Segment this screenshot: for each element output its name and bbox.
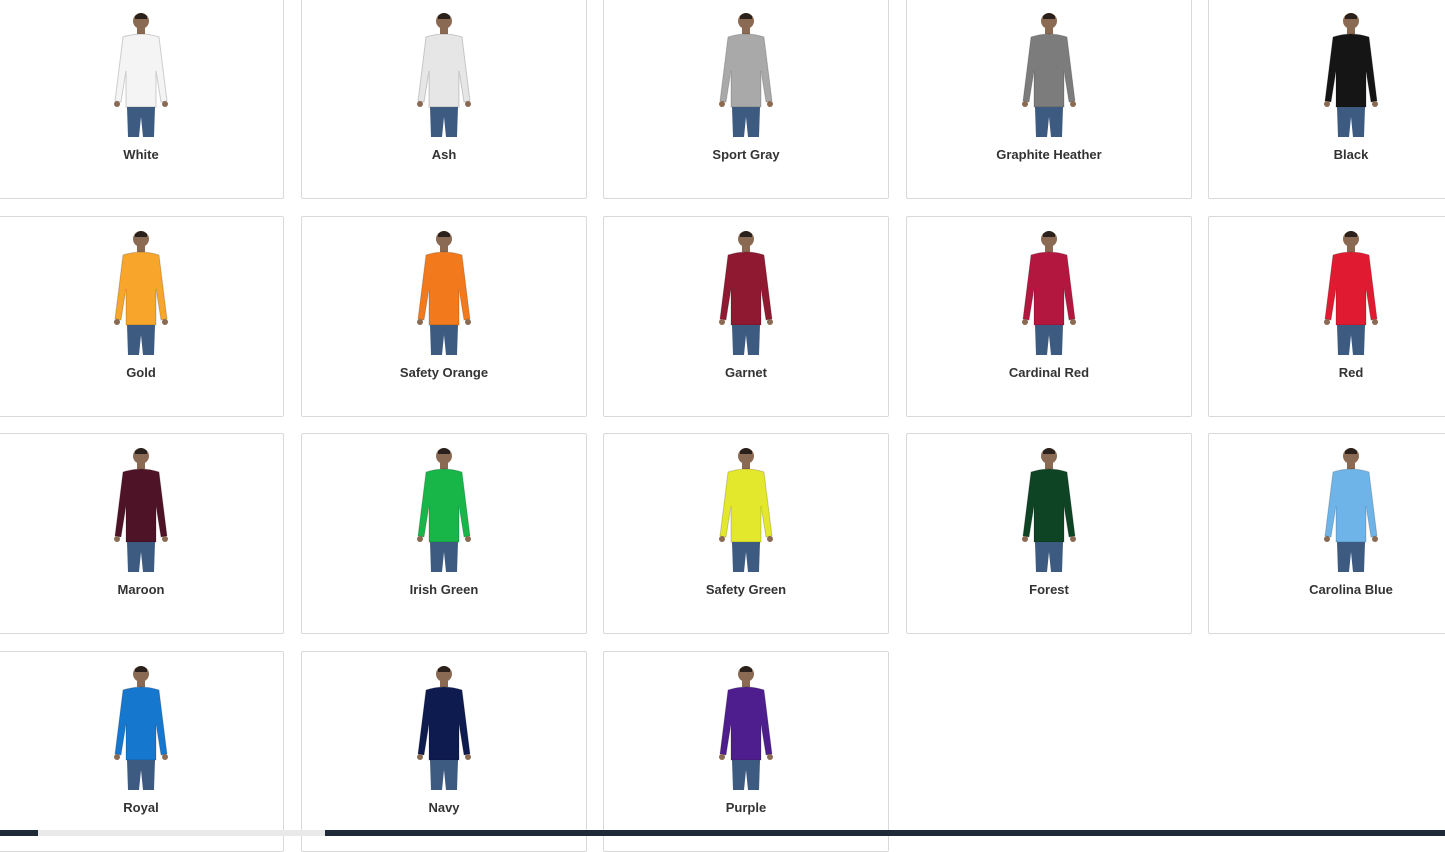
model-shirt-image bbox=[1009, 227, 1089, 355]
color-name-label: Ash bbox=[431, 147, 457, 162]
model-shirt-image bbox=[1009, 444, 1089, 572]
color-name-label: Graphite Heather bbox=[996, 147, 1102, 162]
model-shirt-image bbox=[101, 227, 181, 355]
color-swatch-card[interactable]: Carolina Blue bbox=[1208, 433, 1445, 634]
color-name-label: Irish Green bbox=[409, 582, 479, 597]
color-swatch-grid: White Ash Sport Gray Graphite Heather Black G… bbox=[0, 0, 1445, 852]
color-name-label: Red bbox=[1338, 365, 1364, 380]
color-swatch-card[interactable]: Royal bbox=[0, 651, 284, 852]
model-shirt-image bbox=[404, 9, 484, 137]
scrollbar-thumb[interactable] bbox=[38, 830, 325, 836]
color-swatch-card[interactable]: Forest bbox=[906, 433, 1192, 634]
color-name-label: Garnet bbox=[725, 365, 767, 380]
color-swatch-card[interactable]: Maroon bbox=[0, 433, 284, 634]
model-shirt-image bbox=[404, 444, 484, 572]
color-swatch-card[interactable]: White bbox=[0, 0, 284, 199]
color-name-label: Carolina Blue bbox=[1309, 582, 1393, 597]
model-shirt-image bbox=[101, 662, 181, 790]
model-shirt-image bbox=[706, 9, 786, 137]
color-name-label: Navy bbox=[428, 800, 460, 815]
color-swatch-card[interactable]: Safety Green bbox=[603, 433, 889, 634]
model-shirt-image bbox=[706, 227, 786, 355]
color-swatch-card[interactable]: Sport Gray bbox=[603, 0, 889, 199]
color-swatch-card[interactable]: Irish Green bbox=[301, 433, 587, 634]
color-name-label: Maroon bbox=[117, 582, 165, 597]
color-name-label: Safety Green bbox=[705, 582, 787, 597]
color-swatch-card[interactable]: Safety Orange bbox=[301, 216, 587, 417]
model-shirt-image bbox=[1311, 444, 1391, 572]
color-swatch-card[interactable]: Garnet bbox=[603, 216, 889, 417]
model-shirt-image bbox=[1009, 9, 1089, 137]
color-swatch-card[interactable]: Cardinal Red bbox=[906, 216, 1192, 417]
model-shirt-image bbox=[706, 662, 786, 790]
model-shirt-image bbox=[706, 444, 786, 572]
color-name-label: Black bbox=[1333, 147, 1369, 162]
color-swatch-card[interactable]: Ash bbox=[301, 0, 587, 199]
color-name-label: Purple bbox=[725, 800, 767, 815]
color-swatch-card[interactable]: Black bbox=[1208, 0, 1445, 199]
model-shirt-image bbox=[101, 444, 181, 572]
model-shirt-image bbox=[1311, 9, 1391, 137]
model-shirt-image bbox=[1311, 227, 1391, 355]
model-shirt-image bbox=[101, 9, 181, 137]
color-name-label: Forest bbox=[1029, 582, 1069, 597]
color-swatch-card[interactable]: Purple bbox=[603, 651, 889, 852]
color-name-label: Safety Orange bbox=[399, 365, 489, 380]
color-name-label: Sport Gray bbox=[712, 147, 780, 162]
color-swatch-card[interactable]: Gold bbox=[0, 216, 284, 417]
color-name-label: Gold bbox=[126, 365, 156, 380]
model-shirt-image bbox=[404, 662, 484, 790]
model-shirt-image bbox=[404, 227, 484, 355]
color-name-label: White bbox=[123, 147, 159, 162]
color-swatch-card[interactable]: Navy bbox=[301, 651, 587, 852]
horizontal-scrollbar[interactable] bbox=[0, 830, 1445, 836]
color-swatch-card[interactable]: Graphite Heather bbox=[906, 0, 1192, 199]
color-name-label: Cardinal Red bbox=[1008, 365, 1090, 380]
color-swatch-card[interactable]: Red bbox=[1208, 216, 1445, 417]
color-name-label: Royal bbox=[123, 800, 159, 815]
